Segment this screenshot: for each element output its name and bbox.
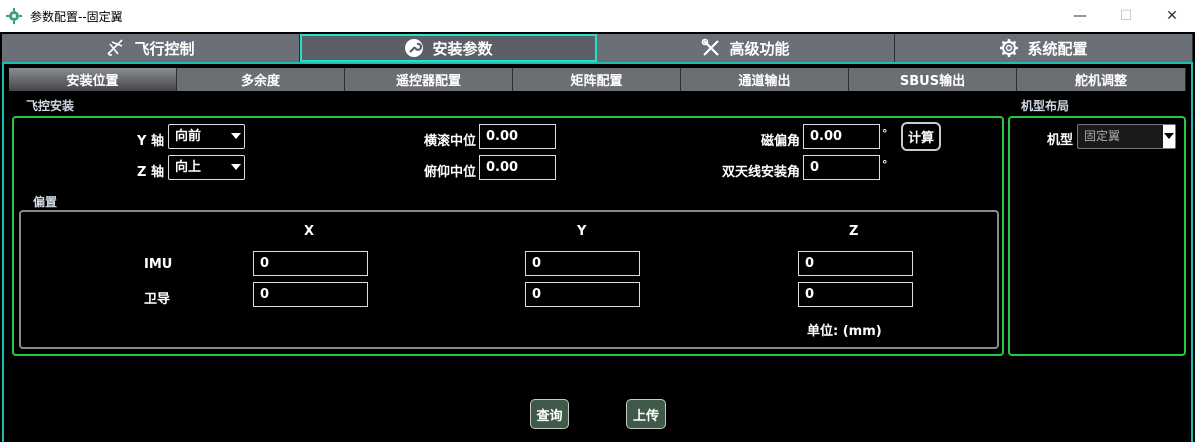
- chevron-down-icon: [231, 164, 241, 170]
- gnss-x-input[interactable]: 0: [253, 282, 368, 307]
- dual-antenna-angle-label: 双天线安装角: [721, 165, 800, 180]
- subtab-rc-config[interactable]: 遥控器配置: [345, 68, 513, 91]
- upload-button[interactable]: 上传: [626, 399, 666, 429]
- imu-x-input[interactable]: 0: [253, 251, 368, 276]
- airframe-type-value: 固定翼: [1084, 129, 1121, 143]
- subtab-install-position[interactable]: 安装位置: [9, 68, 177, 91]
- tab-install-params[interactable]: 安装参数: [300, 34, 597, 62]
- tools-icon: [702, 38, 720, 56]
- offset-column-y: Y: [577, 224, 587, 239]
- calculate-button[interactable]: 计算: [901, 122, 941, 151]
- window-titlebar: 参数配置--固定翼 — ☐ ✕: [0, 0, 1195, 32]
- subtab-channel-output[interactable]: 通道输出: [681, 68, 849, 91]
- offset-column-z: Z: [849, 224, 859, 239]
- tab-system-config[interactable]: 系统配置: [895, 34, 1193, 62]
- maximize-button[interactable]: ☐: [1103, 0, 1149, 32]
- airframe-type-select[interactable]: 固定翼: [1077, 124, 1176, 149]
- degree-unit: °: [882, 158, 888, 171]
- tab-label: 系统配置: [1027, 39, 1088, 58]
- offset-unit-label: 单位: (mm): [807, 324, 882, 339]
- pitch-center-label: 俯仰中位: [423, 165, 476, 180]
- subtab-matrix-config[interactable]: 矩阵配置: [513, 68, 681, 91]
- y-axis-select[interactable]: 向前: [168, 124, 245, 149]
- chevron-down-icon: [231, 133, 241, 139]
- pitch-center-input[interactable]: 0.00: [479, 155, 556, 180]
- airframe-type-label: 机型: [1047, 133, 1074, 148]
- offset-section-label: 偏置: [33, 195, 58, 209]
- main-tab-bar: 飞行控制 安装参数 高级功能 系统配置: [0, 32, 1195, 63]
- gnss-z-input[interactable]: 0: [798, 282, 913, 307]
- roll-center-input[interactable]: 0.00: [479, 124, 556, 149]
- subtab-redundancy[interactable]: 多余度: [177, 68, 345, 91]
- z-axis-value: 向上: [175, 160, 202, 175]
- app-gear-icon: [6, 8, 22, 24]
- tab-label: 安装参数: [432, 39, 493, 58]
- z-axis-select[interactable]: 向上: [168, 155, 245, 180]
- query-button[interactable]: 查询: [530, 399, 569, 429]
- wrench-icon: [405, 39, 424, 57]
- gear-icon: [1000, 39, 1019, 57]
- window-title: 参数配置--固定翼: [30, 10, 123, 24]
- subtab-servo-adjust[interactable]: 舵机调整: [1017, 68, 1186, 91]
- airframe-group: [1008, 116, 1186, 356]
- chevron-down-icon: [1163, 125, 1175, 148]
- mag-declination-input[interactable]: 0.00: [803, 124, 880, 149]
- degree-unit: °: [882, 127, 888, 140]
- imu-z-input[interactable]: 0: [798, 251, 913, 276]
- close-button[interactable]: ✕: [1149, 0, 1195, 32]
- airframe-section-label: 机型布局: [1021, 99, 1070, 113]
- airplane-icon: [107, 39, 124, 56]
- roll-center-label: 横滚中位: [423, 134, 476, 149]
- y-axis-label: Y 轴: [137, 134, 164, 149]
- imu-label: IMU: [144, 257, 173, 272]
- minimize-button[interactable]: —: [1057, 0, 1103, 32]
- subtab-sbus-output[interactable]: SBUS输出: [849, 68, 1017, 91]
- imu-y-input[interactable]: 0: [525, 251, 640, 276]
- offset-column-x: X: [304, 224, 315, 239]
- mag-declination-label: 磁偏角: [760, 134, 800, 149]
- dual-antenna-angle-input[interactable]: 0: [803, 155, 880, 180]
- fc-install-section-label: 飞控安装: [26, 99, 75, 113]
- z-axis-label: Z 轴: [137, 165, 164, 180]
- tab-label: 高级功能: [729, 39, 790, 58]
- gnss-label: 卫导: [144, 292, 171, 307]
- tab-flight-control[interactable]: 飞行控制: [2, 34, 300, 62]
- gnss-y-input[interactable]: 0: [525, 282, 640, 307]
- tab-advanced[interactable]: 高级功能: [597, 34, 895, 62]
- tab-label: 飞行控制: [134, 39, 195, 58]
- y-axis-value: 向前: [175, 129, 202, 144]
